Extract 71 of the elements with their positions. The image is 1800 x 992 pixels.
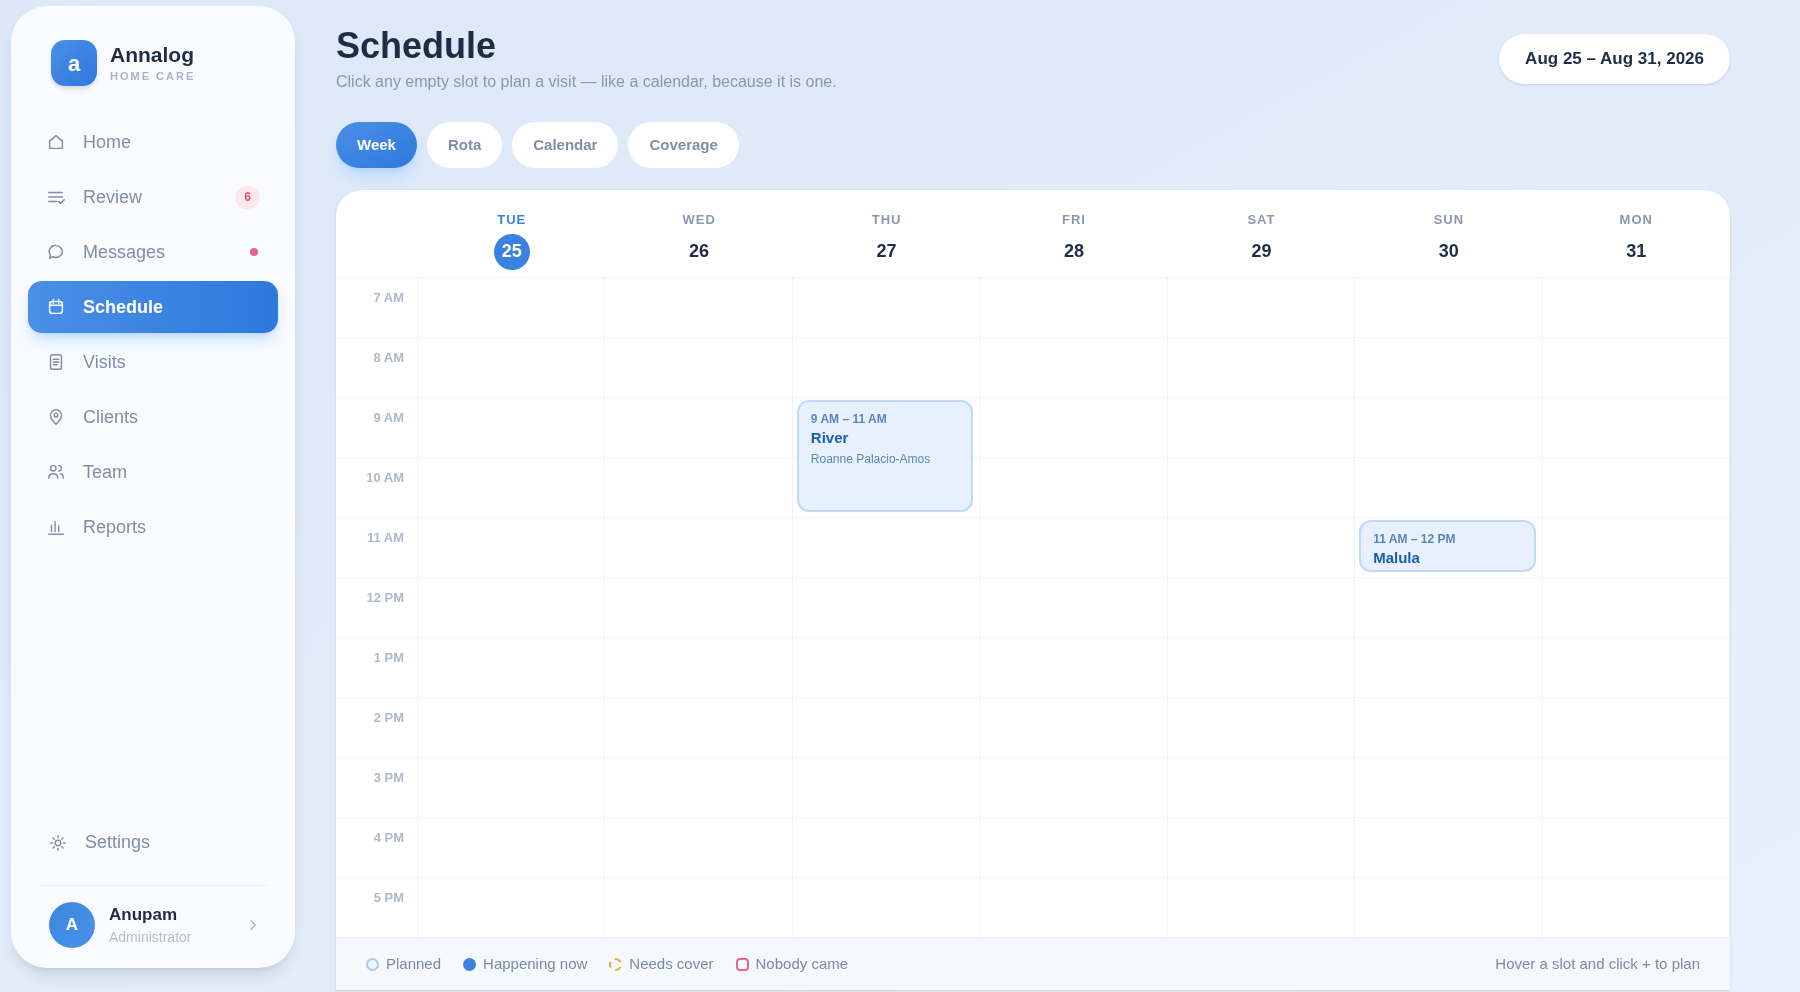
- nav-item[interactable]: Team: [28, 446, 278, 498]
- people-icon: [46, 462, 66, 482]
- legend-marker: [366, 958, 379, 971]
- legend-marker: [609, 958, 623, 971]
- day-number[interactable]: 31: [1618, 233, 1655, 270]
- day-number[interactable]: 28: [1056, 233, 1092, 270]
- time-label: 12 PM: [366, 589, 404, 607]
- visit-card[interactable]: 9 AM – 11 AM River Roanne Palacio-Amos: [796, 400, 974, 512]
- time-label: 10 AM: [366, 469, 404, 487]
- hint-text: Hover a slot and click + to plan: [1495, 954, 1700, 975]
- time-label: 2 PM: [373, 709, 404, 727]
- brand-name: Annalog: [110, 41, 195, 68]
- nav-item[interactable]: Review 6: [28, 171, 278, 223]
- user-avatar: A: [49, 901, 95, 948]
- legend-label: Planned: [386, 954, 442, 975]
- nav-item[interactable]: Messages: [28, 226, 278, 278]
- home-icon: [46, 132, 66, 152]
- user-name: Anupam: [109, 903, 178, 926]
- chevron-right-icon: [249, 918, 257, 931]
- user-role: Administrator: [109, 928, 193, 947]
- time-label: 3 PM: [373, 769, 404, 787]
- legend-label: Happening now: [483, 954, 588, 975]
- day-number[interactable]: 30: [1430, 233, 1467, 270]
- legend-label: Needs cover: [629, 954, 714, 975]
- legend-marker: [735, 958, 749, 971]
- weekday-label: TUE: [497, 211, 527, 229]
- time-label: 1 PM: [373, 649, 404, 667]
- view-tab[interactable]: Rota: [426, 122, 503, 168]
- client-name: Malula: [1373, 548, 1421, 568]
- user-profile[interactable]: A Anupam Administrator: [28, 901, 278, 948]
- settings-item[interactable]: Settings: [28, 816, 278, 869]
- nav-item[interactable]: Visits: [28, 336, 278, 388]
- time-label: 5 PM: [373, 889, 404, 907]
- time-label: 9 AM: [373, 409, 404, 427]
- weekday-label: SAT: [1247, 211, 1276, 229]
- view-tab[interactable]: Week: [336, 122, 417, 168]
- day-number[interactable]: 27: [868, 233, 905, 270]
- weekday-label: WED: [682, 211, 716, 229]
- date-range-pill[interactable]: Aug 25 – Aug 31, 2026: [1499, 34, 1730, 84]
- nav-item[interactable]: Reports: [28, 501, 278, 553]
- brand-tagline: HOME CARE: [110, 68, 196, 84]
- weekday-label: MON: [1619, 211, 1653, 229]
- calendar-icon: [46, 297, 66, 317]
- time-label: 4 PM: [373, 829, 404, 847]
- view-tab[interactable]: Coverage: [628, 122, 739, 168]
- chat-bubble-icon: [46, 242, 66, 262]
- logo-badge: a: [51, 40, 97, 86]
- page-subtitle: Click any empty slot to plan a visit — like a calendar, because it is one.: [336, 72, 837, 92]
- day-number[interactable]: 29: [1243, 233, 1280, 270]
- legend-label: Nobody came: [755, 954, 849, 975]
- time-label: 11 AM: [366, 529, 404, 547]
- visit-card[interactable]: 11 AM – 12 PM Malula: [1359, 520, 1536, 572]
- visit-time: 9 AM – 11 AM: [810, 411, 888, 428]
- nav-item[interactable]: Home: [28, 116, 278, 168]
- view-tab[interactable]: Calendar: [512, 122, 619, 168]
- time-label: 8 AM: [373, 349, 404, 367]
- nav-item[interactable]: Clients: [28, 391, 278, 443]
- visit-time: 11 AM – 12 PM: [1373, 531, 1457, 548]
- time-label: 7 AM: [373, 289, 404, 307]
- weekday-label: THU: [871, 211, 902, 229]
- day-number[interactable]: 25: [493, 233, 530, 270]
- legend-marker: [463, 958, 477, 971]
- weekday-label: SUN: [1433, 211, 1465, 229]
- nav-item[interactable]: Schedule: [28, 281, 278, 333]
- day-number[interactable]: 26: [681, 233, 718, 270]
- client-name: River: [810, 428, 850, 448]
- weekday-label: FRI: [1062, 211, 1086, 229]
- page-title: Schedule: [336, 26, 498, 66]
- count-badge: 6: [235, 185, 260, 209]
- carer-name: Roanne Palacio-Amos: [810, 451, 932, 468]
- settings-icon: [48, 832, 68, 853]
